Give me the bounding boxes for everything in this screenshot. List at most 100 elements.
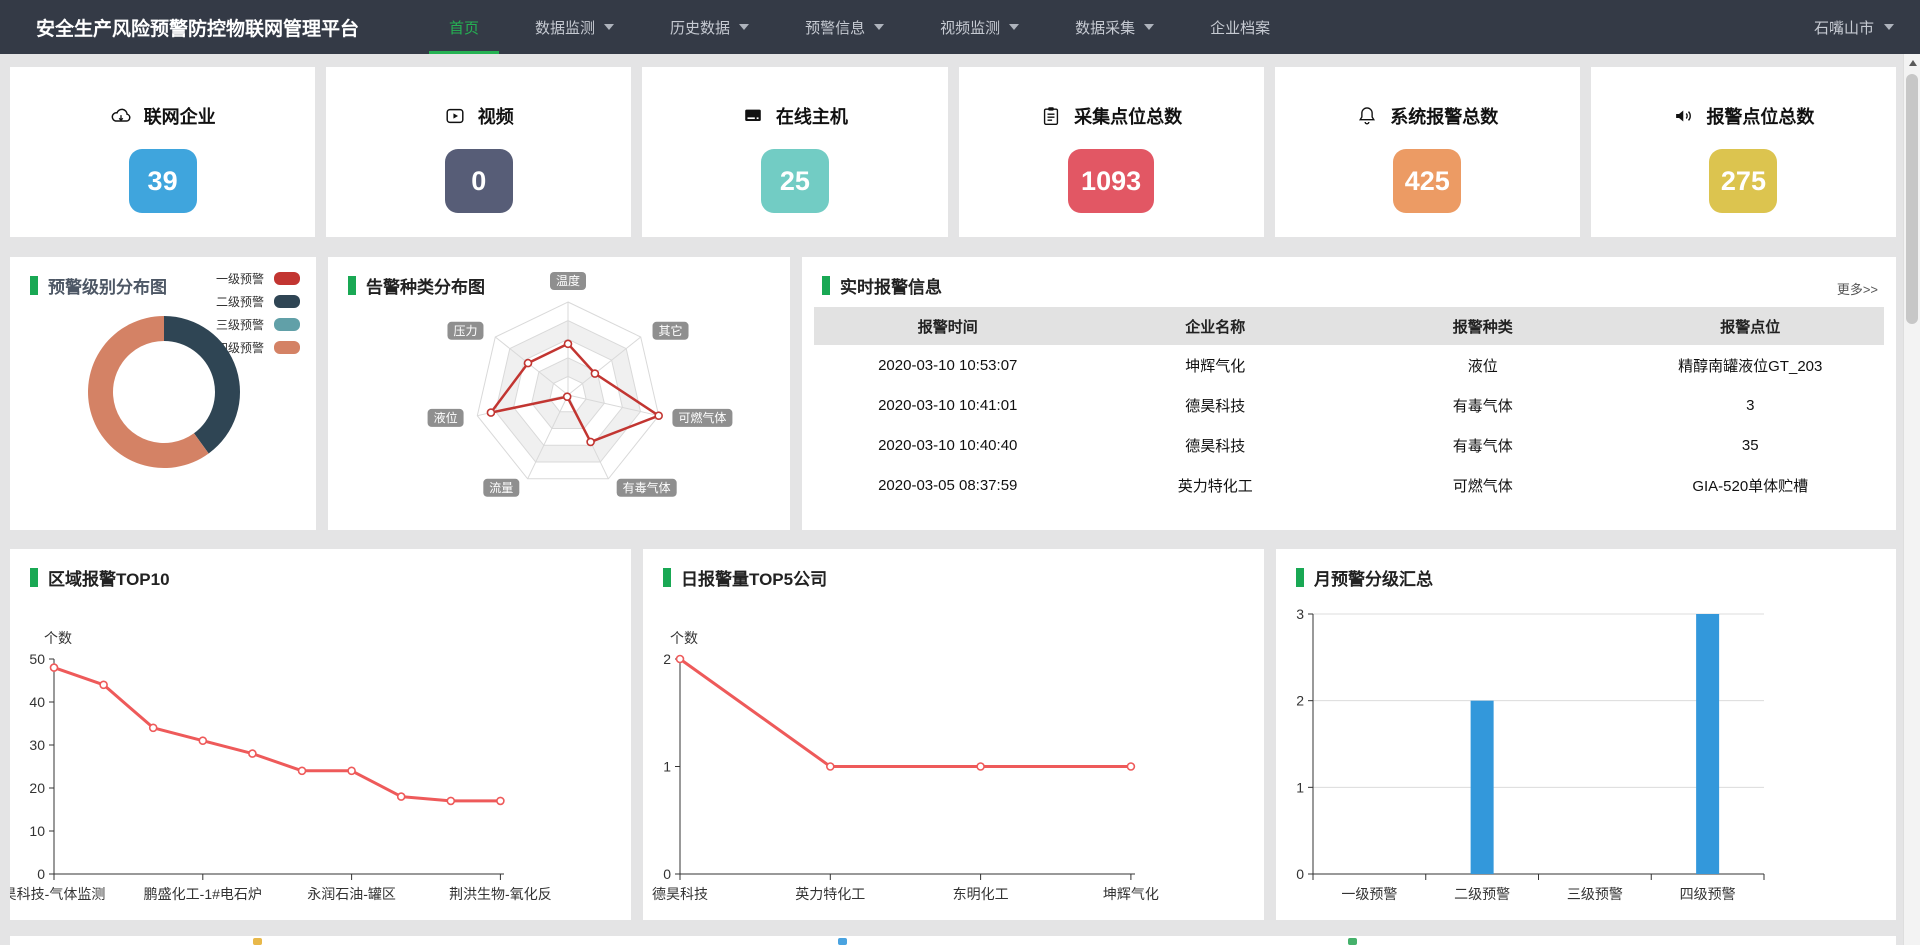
scroll-up-button[interactable] (1904, 54, 1920, 72)
svg-text:0: 0 (37, 866, 45, 882)
svg-text:10: 10 (29, 823, 45, 839)
table-row: 2020-03-10 10:40:40德昊科技有毒气体35 (814, 425, 1884, 465)
stats-row: 联网企业 39 视频 0 在线主机 25 采集点位总数 1093 系统报警总数 … (10, 67, 1896, 237)
stat-label-text: 系统报警总数 (1390, 103, 1498, 129)
svg-text:四级预警: 四级预警 (1680, 886, 1736, 902)
table-row: 2020-03-10 10:41:01德昊科技有毒气体3 (814, 385, 1884, 425)
svg-text:个数: 个数 (670, 630, 698, 646)
nav-item-history-data[interactable]: 历史数据 (642, 0, 777, 54)
radar-axis-label: 液位 (428, 409, 464, 427)
more-link[interactable]: 更多>> (1837, 279, 1878, 298)
table-cell: 2020-03-10 10:53:07 (814, 357, 1082, 374)
svg-text:德昊科技: 德昊科技 (652, 886, 708, 902)
table-cell: 坤辉气化 (1082, 355, 1350, 376)
svg-text:2: 2 (663, 651, 671, 667)
panel-daily-top5: 日报警量TOP5公司 012个数德昊科技英力特化工东明化工坤辉气化 (643, 549, 1264, 920)
svg-text:1: 1 (663, 759, 671, 775)
nav-label: 视频监测 (940, 17, 1000, 38)
region-label: 石嘴山市 (1814, 17, 1874, 38)
title-marker (822, 276, 830, 295)
cloud-icon (110, 105, 132, 127)
table-cell: 德昊科技 (1082, 395, 1350, 416)
nav-item-warning-info[interactable]: 预警信息 (777, 0, 912, 54)
svg-text:流量: 流量 (489, 481, 513, 495)
stat-card-videos: 视频 0 (326, 67, 631, 237)
clipboard-icon (1040, 105, 1062, 127)
daily-top5-line-chart: 012个数德昊科技英力特化工东明化工坤辉气化 (643, 549, 1264, 920)
warning-level-donut-chart (10, 257, 316, 530)
svg-text:50: 50 (29, 651, 45, 667)
region-top10-line-chart: 01020304050个数昊科技-气体监测鹏盛化工-1#电石炉永润石油-罐区荆洪… (10, 549, 631, 920)
table-cell: 液位 (1349, 355, 1617, 376)
table-cell: 2020-03-05 08:37:59 (814, 477, 1082, 494)
svg-text:0: 0 (1296, 866, 1304, 882)
stat-card-collection-points: 采集点位总数 1093 (959, 67, 1264, 237)
table-cell: 有毒气体 (1349, 435, 1617, 456)
radar-axis-label: 其它 (653, 322, 689, 340)
svg-text:2: 2 (1296, 693, 1304, 709)
alarm-type-radar-chart: 温度其它可燃气体有毒气体流量液位压力 (328, 257, 790, 530)
chevron-down-icon (1884, 24, 1894, 30)
nav-item-enterprise-archive[interactable]: 企业档案 (1182, 0, 1298, 54)
next-row-peek (10, 936, 1896, 945)
nav-label: 企业档案 (1210, 17, 1270, 38)
nav-item-data-monitor[interactable]: 数据监测 (507, 0, 642, 54)
svg-text:可燃气体: 可燃气体 (678, 410, 726, 425)
panel-region-top10: 区域报警TOP10 01020304050个数昊科技-气体监测鹏盛化工-1#电石… (10, 549, 631, 920)
table-cell: 35 (1617, 437, 1885, 454)
stat-label: 采集点位总数 (1040, 103, 1182, 129)
panel-warning-level-pie: 预警级别分布图 一级预警 二级预警 三级预警 四级预警 (10, 257, 316, 530)
page-scrollbar[interactable] (1903, 54, 1920, 945)
stat-label: 系统报警总数 (1356, 103, 1498, 129)
app-title: 安全生产风险预警防控物联网管理平台 (36, 14, 359, 41)
monitor-icon (742, 105, 764, 127)
panel-title-text: 实时报警信息 (840, 273, 942, 298)
stat-value-badge: 39 (129, 149, 197, 213)
stat-label: 联网企业 (110, 103, 216, 129)
nav-item-data-collect[interactable]: 数据采集 (1047, 0, 1182, 54)
svg-text:有毒气体: 有毒气体 (623, 480, 671, 495)
table-cell: 有毒气体 (1349, 395, 1617, 416)
video-icon (444, 105, 466, 127)
svg-text:昊科技-气体监测: 昊科技-气体监测 (10, 886, 105, 902)
column-header-time: 报警时间 (814, 316, 1082, 337)
nav-label: 预警信息 (805, 17, 865, 38)
svg-text:3: 3 (1296, 606, 1304, 622)
stat-label-text: 报警点位总数 (1706, 103, 1814, 129)
table-cell: 精醇南罐液位GT_203 (1617, 355, 1885, 376)
stat-label-text: 视频 (478, 103, 514, 129)
table-cell: 可燃气体 (1349, 475, 1617, 496)
svg-text:40: 40 (29, 694, 45, 710)
nav-item-home[interactable]: 首页 (421, 0, 507, 54)
table-cell: 3 (1617, 397, 1885, 414)
stat-label: 在线主机 (742, 103, 848, 129)
top-navbar: 安全生产风险预警防控物联网管理平台 首页 数据监测 历史数据 预警信息 视频监测… (0, 0, 1920, 54)
panel-realtime-alarms: 实时报警信息 更多>> 报警时间 企业名称 报警种类 报警点位 2020-03-… (802, 257, 1896, 530)
svg-text:液位: 液位 (434, 410, 458, 425)
stat-label-text: 联网企业 (144, 103, 216, 129)
svg-text:东明化工: 东明化工 (953, 886, 1009, 902)
chevron-down-icon (604, 24, 614, 30)
stat-label: 报警点位总数 (1672, 103, 1814, 129)
svg-text:0: 0 (663, 866, 671, 882)
radar-axis-label: 有毒气体 (617, 479, 677, 497)
table-body: 2020-03-10 10:53:07坤辉气化液位精醇南罐液位GT_203202… (814, 345, 1884, 505)
table-header-row: 报警时间 企业名称 报警种类 报警点位 (814, 307, 1884, 345)
nav-item-video-monitor[interactable]: 视频监测 (912, 0, 1047, 54)
svg-text:荆洪生物-氧化反: 荆洪生物-氧化反 (449, 886, 552, 902)
region-selector[interactable]: 石嘴山市 (1814, 17, 1894, 38)
radar-axis-label: 流量 (483, 479, 519, 497)
nav-label: 历史数据 (670, 17, 730, 38)
peek-icon (838, 938, 847, 945)
scrollbar-thumb[interactable] (1906, 74, 1918, 324)
radar-axis-label: 可燃气体 (672, 409, 732, 427)
svg-text:永润石油-罐区: 永润石油-罐区 (307, 886, 396, 902)
table-row: 2020-03-10 10:53:07坤辉气化液位精醇南罐液位GT_203 (814, 345, 1884, 385)
scroll-up-icon (1909, 60, 1917, 66)
table-cell: 2020-03-10 10:40:40 (814, 437, 1082, 454)
stat-card-system-alarms: 系统报警总数 425 (1275, 67, 1580, 237)
svg-text:压力: 压力 (453, 324, 477, 338)
table-cell: 2020-03-10 10:41:01 (814, 397, 1082, 414)
panel-monthly-summary: 月预警分级汇总 0123一级预警二级预警三级预警四级预警 (1276, 549, 1896, 920)
bell-icon (1356, 105, 1378, 127)
